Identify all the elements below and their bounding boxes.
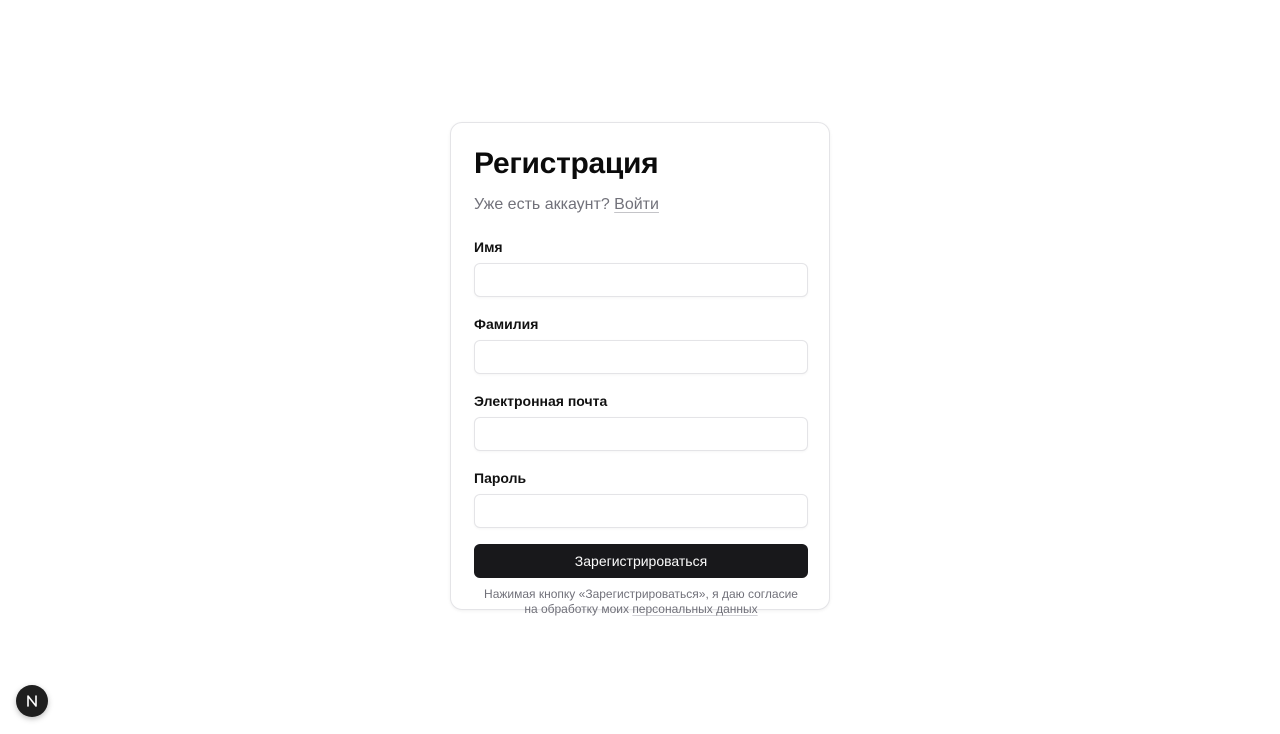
nextjs-dev-badge[interactable] [16,685,48,717]
first-name-field-group: Имя [474,238,808,297]
email-label: Электронная почта [474,393,608,409]
password-input[interactable] [474,494,808,528]
consent-notice: Нажимая кнопку «Зарегистрироваться», я д… [474,587,808,617]
first-name-label: Имя [474,239,503,255]
page: Регистрация Уже есть аккаунт? Войти Имя … [0,0,1280,734]
last-name-field-group: Фамилия [474,315,808,374]
login-link[interactable]: Войти [614,196,659,213]
email-field-group: Электронная почта [474,392,808,451]
last-name-input[interactable] [474,340,808,374]
register-button[interactable]: Зарегистрироваться [474,544,808,578]
consent-line-2-text: на обработку моих [524,602,629,616]
first-name-input[interactable] [474,263,808,297]
email-input[interactable] [474,417,808,451]
password-field-group: Пароль [474,469,808,528]
page-title: Регистрация [474,147,659,180]
login-prompt-text: Уже есть аккаунт? [474,196,610,213]
last-name-label: Фамилия [474,316,539,332]
consent-line-2: на обработку моих персональных данных [474,602,808,617]
personal-data-link[interactable]: персональных данных [632,602,757,616]
registration-card: Регистрация Уже есть аккаунт? Войти Имя … [450,122,830,616]
consent-line-1: Нажимая кнопку «Зарегистрироваться», я д… [484,587,798,601]
login-prompt: Уже есть аккаунт? Войти [474,195,806,215]
nextjs-n-icon [27,695,37,707]
password-label: Пароль [474,470,527,486]
